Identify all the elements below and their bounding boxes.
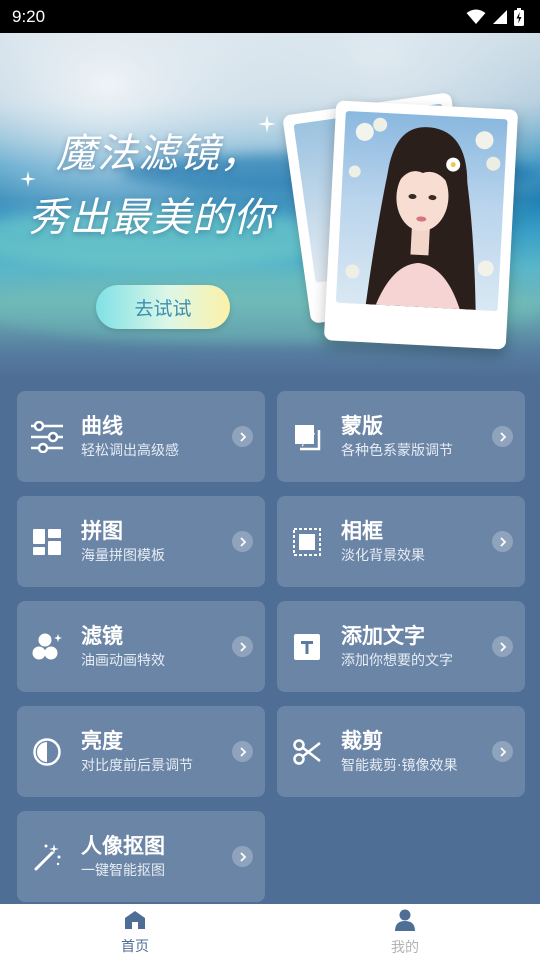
sparkle-icon	[20, 171, 36, 191]
feature-title: 滤镜	[81, 623, 123, 648]
feature-card-frame[interactable]: 相框 淡化背景效果	[277, 496, 525, 587]
feature-subtitle: 轻松调出高级感	[81, 442, 179, 459]
feature-subtitle: 各种色系蒙版调节	[341, 442, 453, 459]
feature-card-brightness[interactable]: 亮度 对比度前后景调节	[17, 706, 265, 797]
feature-subtitle: 淡化背景效果	[341, 547, 425, 564]
feature-subtitle: 智能裁剪·镜像效果	[341, 757, 458, 774]
contrast-icon	[29, 734, 65, 770]
feature-grid: 曲线 轻松调出高级感 蒙版 各种色系蒙版调节 拼图 海量拼图模板 相框 淡化背景…	[17, 391, 525, 902]
feature-card-filter[interactable]: 滤镜 油画动画特效	[17, 601, 265, 692]
feature-title: 亮度	[81, 728, 123, 753]
feature-subtitle: 油画动画特效	[81, 652, 165, 669]
chevron-right-icon	[492, 636, 513, 657]
nav-label: 我的	[391, 940, 419, 956]
sliders-icon	[29, 419, 65, 455]
bottom-nav: 首页 我的	[0, 904, 540, 960]
scissors-icon	[289, 734, 325, 770]
mask-layers-icon	[289, 419, 325, 455]
chevron-right-icon	[232, 531, 253, 552]
feature-title: 蒙版	[341, 413, 383, 438]
chevron-right-icon	[232, 741, 253, 762]
feature-subtitle: 添加你想要的文字	[341, 652, 453, 669]
feature-title: 添加文字	[341, 623, 425, 648]
portrait-photo	[335, 110, 508, 312]
feature-card-collage[interactable]: 拼图 海量拼图模板	[17, 496, 265, 587]
status-bar: 9:20	[0, 0, 540, 33]
feature-title: 拼图	[81, 518, 123, 543]
text-box-icon	[289, 629, 325, 665]
chevron-right-icon	[232, 636, 253, 657]
filter-bubbles-icon	[29, 629, 65, 665]
signal-icon	[492, 9, 508, 25]
feature-title: 人像抠图	[81, 833, 165, 858]
chevron-right-icon	[492, 426, 513, 447]
feature-card-crop[interactable]: 裁剪 智能裁剪·镜像效果	[277, 706, 525, 797]
feature-subtitle: 对比度前后景调节	[81, 757, 193, 774]
nav-item-mine[interactable]: 我的	[270, 904, 540, 960]
feature-title: 曲线	[81, 413, 123, 438]
feature-title: 相框	[341, 518, 383, 543]
person-icon	[394, 909, 416, 935]
feature-card-add-text[interactable]: 添加文字 添加你想要的文字	[277, 601, 525, 692]
nav-label: 首页	[121, 939, 149, 955]
chevron-right-icon	[492, 531, 513, 552]
chevron-right-icon	[232, 426, 253, 447]
banner-title: 魔法滤镜， 秀出最美的你	[28, 121, 318, 243]
feature-card-mask[interactable]: 蒙版 各种色系蒙版调节	[277, 391, 525, 482]
chevron-right-icon	[492, 741, 513, 762]
feature-subtitle: 一键智能抠图	[81, 862, 165, 879]
feature-card-portrait-cutout[interactable]: 人像抠图 一键智能抠图	[17, 811, 265, 902]
chevron-right-icon	[232, 846, 253, 867]
try-now-button[interactable]: 去试试	[96, 285, 230, 329]
feature-subtitle: 海量拼图模板	[81, 547, 165, 564]
feature-title: 裁剪	[341, 728, 383, 753]
nav-item-home[interactable]: 首页	[0, 904, 270, 960]
feature-card-curves[interactable]: 曲线 轻松调出高级感	[17, 391, 265, 482]
polaroid-photo	[323, 100, 519, 350]
status-icons	[466, 7, 524, 26]
battery-charging-icon	[514, 7, 524, 26]
home-icon	[124, 910, 146, 934]
frame-icon	[289, 524, 325, 560]
sparkle-icon	[258, 115, 276, 137]
promo-banner[interactable]: 魔法滤镜， 秀出最美的你 去试试	[0, 33, 540, 378]
banner-title-line2: 秀出最美的你	[28, 195, 274, 241]
status-time: 9:20	[12, 6, 46, 26]
wifi-icon	[466, 9, 486, 25]
magic-wand-icon	[29, 839, 65, 875]
collage-layout-icon	[29, 524, 65, 560]
